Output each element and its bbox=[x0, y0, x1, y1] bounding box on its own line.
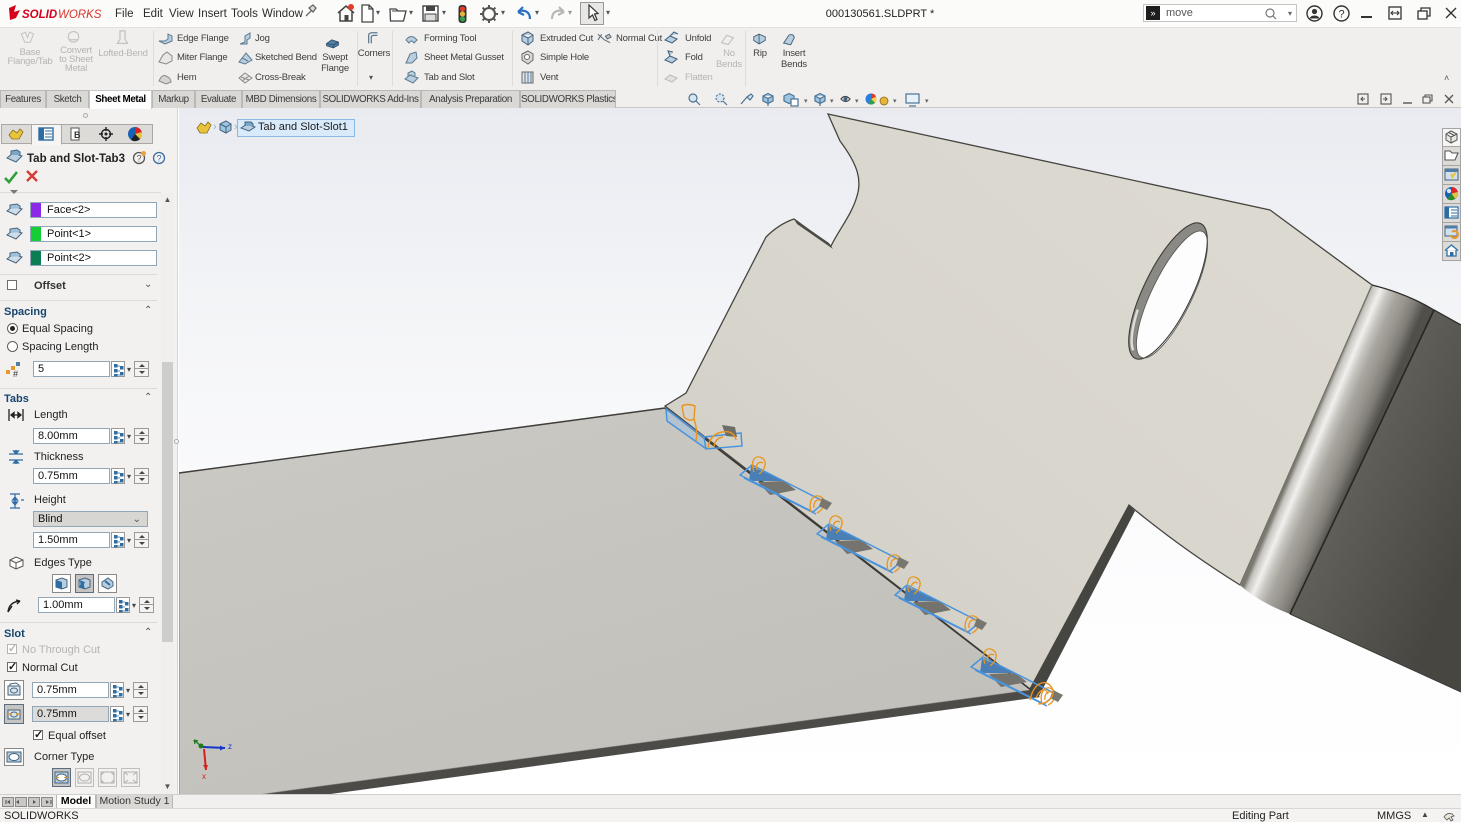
svg-text:?: ? bbox=[157, 154, 162, 164]
svg-text:▾: ▾ bbox=[804, 98, 808, 105]
svg-text:▾: ▾ bbox=[893, 98, 897, 105]
svg-text:x: x bbox=[202, 772, 206, 781]
svg-text:▾: ▾ bbox=[925, 98, 929, 105]
svg-text:?: ? bbox=[137, 154, 142, 164]
svg-text:▾: ▾ bbox=[830, 98, 834, 105]
svg-text:#: # bbox=[13, 369, 18, 378]
svg-text:?: ? bbox=[1339, 9, 1345, 21]
svg-text:B: B bbox=[74, 130, 81, 140]
svg-text:WORKS: WORKS bbox=[58, 9, 102, 21]
svg-text:z: z bbox=[228, 742, 232, 751]
svg-text:▾: ▾ bbox=[855, 98, 859, 105]
svg-text:SOLID: SOLID bbox=[22, 9, 57, 21]
